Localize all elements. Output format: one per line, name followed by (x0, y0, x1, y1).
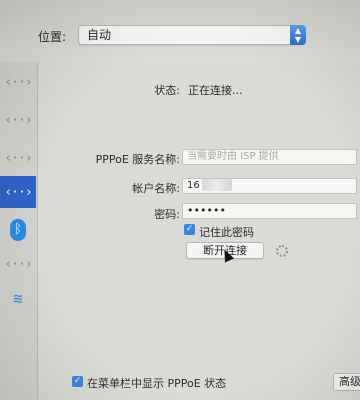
loading-spinner-icon (276, 245, 288, 257)
select-arrows-icon: ▲ ▼ (290, 25, 306, 45)
service-item-pppoe-selected[interactable]: ‹··› (0, 176, 36, 208)
service-item-wifi[interactable]: ≋ (0, 282, 36, 314)
account-value: 16 (187, 180, 200, 191)
status-label: 状态: (154, 84, 180, 97)
location-label: 位置: (38, 30, 67, 44)
service-list: ‹··› ‹··› ‹··› ‹··› ᛒ ‹··› ≋ (0, 62, 38, 400)
service-item[interactable]: ‹··› (0, 104, 36, 136)
advanced-button[interactable]: 高级 (333, 373, 360, 391)
network-arrows-icon: ‹··› (4, 74, 32, 90)
location-select[interactable]: 自动 ▲ ▼ (78, 25, 306, 45)
network-arrows-icon: ‹··› (4, 184, 32, 200)
service-item[interactable]: ‹··› (0, 142, 36, 174)
service-item-bluetooth[interactable]: ᛒ (0, 214, 36, 246)
password-label: 密码: (154, 208, 180, 221)
remember-password-checkbox[interactable]: ✓ (184, 224, 195, 235)
show-in-menubar-checkbox[interactable]: ✓ (72, 376, 83, 387)
service-item[interactable]: ‹··› (0, 66, 36, 98)
account-input[interactable]: 16 (182, 178, 357, 194)
remember-password-label: 记住此密码 (199, 226, 254, 239)
bluetooth-icon: ᛒ (10, 219, 26, 241)
account-label: 帐户名称: (132, 182, 180, 195)
pppoe-service-label: PPPoE 服务名称: (95, 153, 180, 166)
password-input[interactable]: •••••• (182, 203, 357, 219)
wifi-icon: ≋ (13, 288, 23, 308)
location-value: 自动 (87, 28, 112, 42)
pppoe-service-input[interactable]: 当需要时由 ISP 提供 (182, 149, 357, 165)
service-item[interactable]: ‹··› (0, 248, 36, 280)
show-in-menubar-label: 在菜单栏中显示 PPPoE 状态 (87, 377, 227, 390)
toolbar: 位置: 自动 ▲ ▼ (0, 0, 360, 62)
network-arrows-icon: ‹··› (4, 150, 32, 166)
status-value: 正在连接... (188, 84, 243, 97)
network-arrows-icon: ‹··› (4, 112, 32, 128)
redacted-blur (201, 179, 232, 191)
network-arrows-icon: ‹··› (4, 256, 32, 272)
